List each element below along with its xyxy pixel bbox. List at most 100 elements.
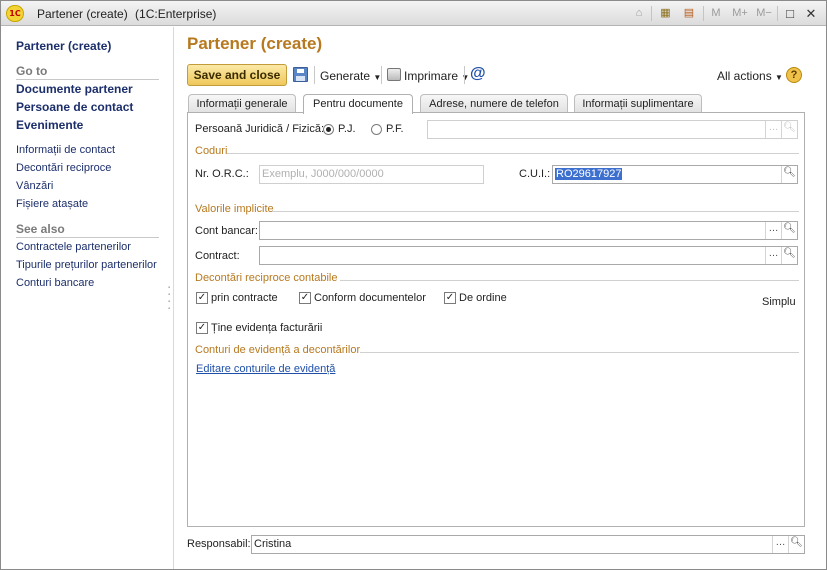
person-field[interactable]: … 🔍︎ — [427, 120, 798, 139]
toolbar-separator — [464, 66, 465, 84]
calendar-icon[interactable]: ▤ — [682, 5, 696, 22]
window-title: Partener (create) (1C:Enterprise) — [37, 7, 216, 21]
codes-header-line — [227, 153, 799, 154]
title-separator — [703, 6, 704, 21]
codes-header: Coduri — [195, 145, 228, 157]
nav-title[interactable]: Partener (create) — [16, 39, 111, 53]
search-icon[interactable]: 🔍︎ — [788, 536, 804, 553]
bank-account-label: Cont bancar: — [195, 225, 258, 237]
maximize-icon[interactable]: □ — [783, 5, 797, 22]
checkbox-evidenta-facturarii[interactable]: ✓ — [196, 322, 208, 334]
calculator-icon[interactable]: ▦ — [659, 5, 672, 22]
generate-menu[interactable]: Generate ▼ — [320, 69, 381, 83]
ellipsis-button[interactable]: … — [765, 222, 781, 239]
orc-label: Nr. O.R.C.: — [195, 168, 249, 180]
responsible-value: Cristina — [254, 538, 292, 550]
panel-resize-grip[interactable]: ▪ ▪ ▪ ▪ — [168, 285, 171, 313]
contract-label: Contract: — [195, 250, 240, 262]
radio-pj-label[interactable]: P.J. — [338, 123, 356, 135]
ellipsis-button[interactable]: … — [765, 121, 781, 138]
checkbox-de-ordine-label[interactable]: De ordine — [459, 292, 507, 304]
app-window: 1C Partener (create) (1C:Enterprise) ⌂ ▦… — [0, 0, 827, 570]
goto-header: Go to — [16, 64, 159, 80]
radio-pf[interactable] — [371, 124, 382, 135]
window-title-text: Partener (create) — [37, 7, 128, 21]
home-icon[interactable]: ⌂ — [633, 5, 645, 22]
tab-panel-pentru-documente: Persoană Juridică / Fizică: P.J. P.F. … … — [187, 112, 805, 527]
orc-input[interactable]: Exemplu, J000/000/0000 — [259, 165, 484, 184]
title-separator — [651, 6, 652, 21]
checkbox-prin-contracte-label[interactable]: prin contracte — [211, 292, 278, 304]
navigation-panel: Partener (create) Go to Documente parten… — [1, 27, 174, 569]
memory-m-button[interactable]: M — [709, 5, 723, 22]
defaults-header: Valorile implicite — [195, 203, 274, 215]
chevron-down-icon: ▼ — [461, 73, 470, 82]
save-and-close-button[interactable]: Save and close — [187, 64, 287, 86]
person-type-label: Persoană Juridică / Fizică: — [195, 123, 324, 135]
seealso-header: See also — [16, 222, 159, 238]
accounts-header: Conturi de evidență a decontărilor — [195, 344, 361, 356]
settlements-header: Decontări reciproce contabile — [195, 272, 338, 284]
search-icon[interactable]: 🔍︎ — [781, 121, 797, 138]
checkbox-evidenta-facturarii-label[interactable]: Ține evidența facturării — [211, 322, 322, 334]
help-icon[interactable]: ? — [786, 67, 802, 83]
nav-link-tipurile-preturilor[interactable]: Tipurile prețurilor partenerilor — [16, 259, 157, 271]
nav-link-conturi-bancare[interactable]: Conturi bancare — [16, 277, 94, 289]
ellipsis-button[interactable]: … — [772, 536, 788, 553]
search-icon[interactable]: 🔍︎ — [781, 247, 797, 264]
orc-placeholder: Exemplu, J000/000/0000 — [262, 168, 384, 180]
nav-link-persoane-de-contact[interactable]: Persoane de contact — [16, 100, 133, 114]
settlements-header-line — [340, 280, 799, 281]
toolbar-separator — [381, 66, 382, 84]
memory-mplus-button[interactable]: M+ — [730, 5, 750, 22]
close-icon[interactable]: ✕ — [804, 5, 818, 22]
accounts-header-line — [360, 352, 799, 353]
toolbar-separator — [314, 66, 315, 84]
printer-icon — [387, 68, 401, 81]
all-actions-menu[interactable]: All actions ▼ — [717, 69, 783, 83]
checkbox-de-ordine[interactable]: ✓ — [444, 292, 456, 304]
bank-account-input[interactable]: … 🔍︎ — [259, 221, 798, 240]
nav-link-decontari-reciproce[interactable]: Decontări reciproce — [16, 162, 111, 174]
nav-link-vanzari[interactable]: Vânzări — [16, 180, 53, 192]
search-icon[interactable]: 🔍︎ — [781, 222, 797, 239]
ellipsis-button[interactable]: … — [765, 247, 781, 264]
cui-input[interactable]: RO29617927 🔍︎ — [552, 165, 798, 184]
save-icon[interactable] — [293, 67, 308, 82]
tab-pentru-documente[interactable]: Pentru documente — [303, 94, 413, 114]
generate-label: Generate — [320, 69, 371, 83]
title-bar: 1C Partener (create) (1C:Enterprise) ⌂ ▦… — [1, 1, 826, 26]
print-menu[interactable]: Imprimare ▼ — [404, 69, 469, 83]
nav-link-documente-partener[interactable]: Documente partener — [16, 82, 133, 96]
nav-link-evenimente[interactable]: Evenimente — [16, 118, 83, 132]
print-label: Imprimare — [404, 69, 459, 83]
tab-adrese-telefon[interactable]: Adrese, numere de telefon — [420, 94, 568, 113]
nav-link-fisiere-atasate[interactable]: Fișiere atașate — [16, 198, 88, 210]
edit-accounts-link[interactable]: Editare conturile de evidență — [196, 363, 335, 375]
window-title-app: (1C:Enterprise) — [135, 7, 217, 21]
search-icon[interactable]: 🔍︎ — [781, 166, 797, 183]
tab-informatii-suplimentare[interactable]: Informații suplimentare — [574, 94, 702, 113]
simplu-label: Simplu — [762, 296, 796, 308]
responsible-input[interactable]: Cristina … 🔍︎ — [251, 535, 805, 554]
app-logo-icon[interactable]: 1C — [6, 5, 24, 22]
tab-informatii-generale[interactable]: Informații generale — [188, 94, 296, 113]
title-separator — [777, 6, 778, 21]
memory-mminus-button[interactable]: M− — [754, 5, 774, 22]
nav-link-informatii-de-contact[interactable]: Informații de contact — [16, 144, 115, 156]
responsible-label: Responsabil: — [187, 538, 251, 550]
nav-link-contractele-partenerilor[interactable]: Contractele partenerilor — [16, 241, 131, 253]
radio-pj[interactable] — [323, 124, 334, 135]
defaults-header-line — [272, 211, 799, 212]
form-title: Partener (create) — [187, 34, 323, 53]
contract-input[interactable]: … 🔍︎ — [259, 246, 798, 265]
chevron-down-icon: ▼ — [775, 73, 783, 82]
checkbox-prin-contracte[interactable]: ✓ — [196, 292, 208, 304]
all-actions-label: All actions — [717, 69, 772, 83]
cui-label: C.U.I.: — [519, 168, 551, 180]
email-at-icon[interactable]: @ — [470, 65, 486, 83]
cui-value: RO29617927 — [555, 168, 623, 180]
radio-pf-label[interactable]: P.F. — [386, 123, 404, 135]
checkbox-conform-documentelor-label[interactable]: Conform documentelor — [314, 292, 426, 304]
checkbox-conform-documentelor[interactable]: ✓ — [299, 292, 311, 304]
